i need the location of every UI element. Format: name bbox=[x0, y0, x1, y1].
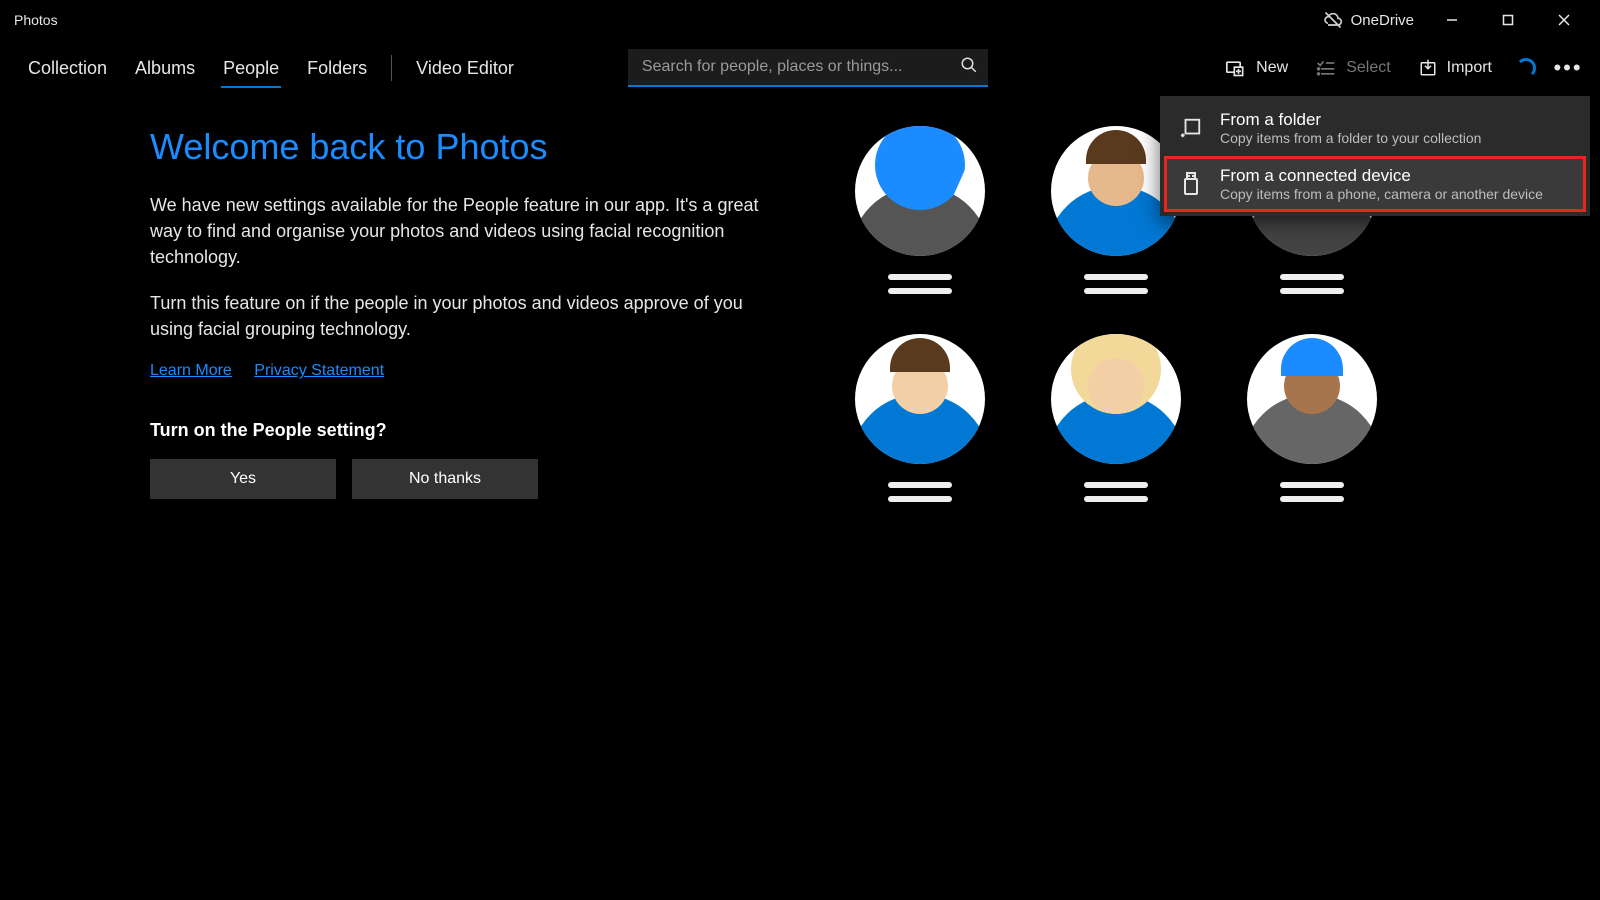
yes-button[interactable]: Yes bbox=[150, 459, 336, 499]
people-prompt: Turn on the People setting? bbox=[150, 420, 790, 441]
cloud-off-icon bbox=[1323, 10, 1343, 30]
onedrive-status[interactable]: OneDrive bbox=[1313, 10, 1424, 30]
select-button: Select bbox=[1302, 40, 1404, 96]
search-input[interactable] bbox=[642, 58, 952, 76]
import-label: Import bbox=[1447, 59, 1492, 77]
select-list-icon bbox=[1316, 59, 1336, 77]
menu-item-title: From a folder bbox=[1220, 110, 1481, 130]
avatar-icon bbox=[1051, 334, 1181, 464]
name-placeholder bbox=[1280, 482, 1344, 502]
tab-folders[interactable]: Folders bbox=[293, 40, 381, 96]
name-placeholder bbox=[888, 482, 952, 502]
person-tile bbox=[1222, 334, 1402, 502]
learn-more-link[interactable]: Learn More bbox=[150, 362, 232, 379]
privacy-statement-link[interactable]: Privacy Statement bbox=[254, 362, 384, 379]
new-label: New bbox=[1256, 59, 1288, 77]
welcome-heading: Welcome back to Photos bbox=[150, 126, 790, 168]
welcome-paragraph-1: We have new settings available for the P… bbox=[150, 192, 770, 270]
name-placeholder bbox=[1084, 274, 1148, 294]
welcome-panel: Welcome back to Photos We have new setti… bbox=[150, 126, 790, 502]
avatar-icon bbox=[1247, 334, 1377, 464]
window-maximize-button[interactable] bbox=[1480, 0, 1536, 40]
tab-collection[interactable]: Collection bbox=[14, 40, 121, 96]
onedrive-label: OneDrive bbox=[1351, 12, 1414, 29]
search-icon[interactable] bbox=[960, 56, 978, 79]
no-thanks-button[interactable]: No thanks bbox=[352, 459, 538, 499]
import-button[interactable]: Import bbox=[1405, 40, 1506, 96]
command-bar: Collection Albums People Folders Video E… bbox=[0, 40, 1600, 96]
nav-divider bbox=[391, 55, 392, 81]
new-video-icon bbox=[1226, 59, 1246, 77]
nav-tabs: Collection Albums People Folders Video E… bbox=[14, 40, 528, 96]
menu-item-subtitle: Copy items from a folder to your collect… bbox=[1220, 130, 1481, 146]
welcome-links: Learn More Privacy Statement bbox=[150, 362, 790, 380]
sync-spinner-icon bbox=[1516, 58, 1536, 78]
name-placeholder bbox=[1084, 482, 1148, 502]
more-button[interactable]: ••• bbox=[1546, 40, 1590, 96]
tab-video-editor[interactable]: Video Editor bbox=[402, 40, 528, 96]
person-tile bbox=[1026, 334, 1206, 502]
import-from-folder[interactable]: From a folder Copy items from a folder t… bbox=[1164, 100, 1586, 156]
person-tile bbox=[830, 126, 1010, 294]
person-tile bbox=[830, 334, 1010, 502]
import-icon bbox=[1419, 59, 1437, 77]
avatar-icon bbox=[855, 334, 985, 464]
import-menu: From a folder Copy items from a folder t… bbox=[1160, 96, 1590, 216]
menu-item-title: From a connected device bbox=[1220, 166, 1543, 186]
ellipsis-icon: ••• bbox=[1553, 55, 1582, 81]
window-close-button[interactable] bbox=[1536, 0, 1592, 40]
app-title: Photos bbox=[14, 12, 58, 28]
name-placeholder bbox=[1280, 274, 1344, 294]
usb-icon bbox=[1178, 172, 1204, 196]
window-minimize-button[interactable] bbox=[1424, 0, 1480, 40]
search-box[interactable] bbox=[628, 49, 988, 87]
tab-people[interactable]: People bbox=[209, 40, 293, 96]
new-button[interactable]: New bbox=[1212, 40, 1302, 96]
titlebar: Photos OneDrive bbox=[0, 0, 1600, 40]
import-from-device[interactable]: From a connected device Copy items from … bbox=[1164, 156, 1586, 212]
menu-item-subtitle: Copy items from a phone, camera or anoth… bbox=[1220, 186, 1543, 202]
name-placeholder bbox=[888, 274, 952, 294]
welcome-paragraph-2: Turn this feature on if the people in yo… bbox=[150, 290, 770, 342]
avatar-icon bbox=[855, 126, 985, 256]
tab-albums[interactable]: Albums bbox=[121, 40, 209, 96]
select-label: Select bbox=[1346, 59, 1390, 77]
folder-add-icon bbox=[1178, 117, 1204, 139]
